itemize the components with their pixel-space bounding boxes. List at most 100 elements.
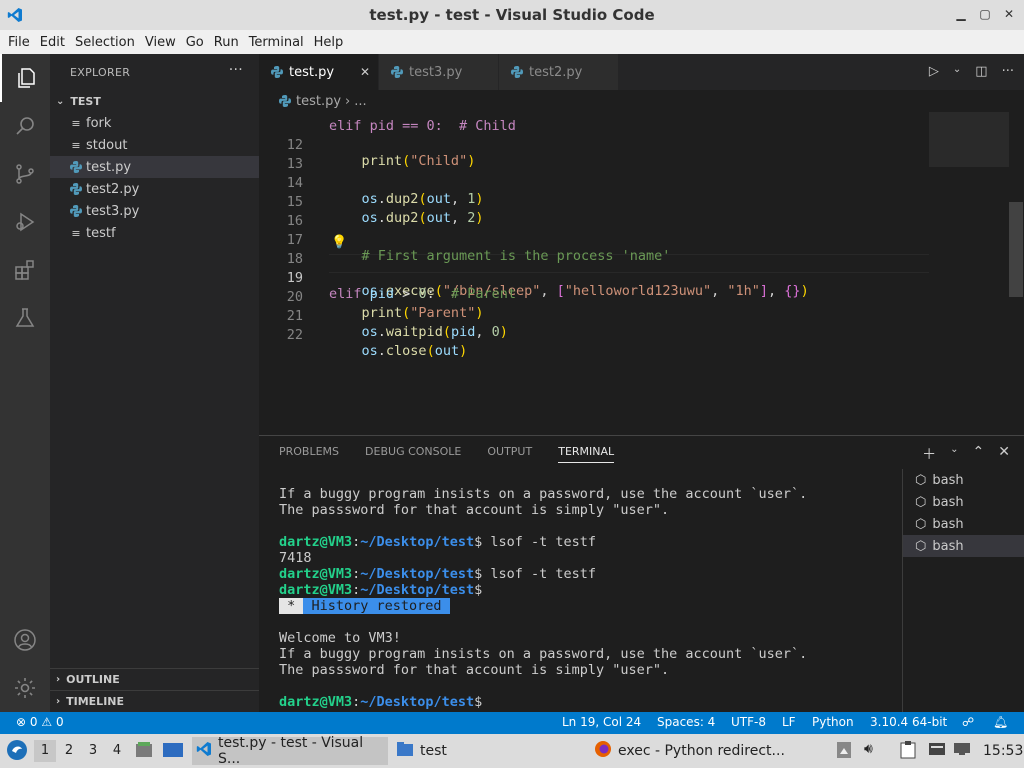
code-editor[interactable]: elif pid == 0: # Child 12 print("Child")… — [259, 112, 1024, 435]
chevron-down-icon[interactable]: ⌄ — [953, 64, 961, 79]
breadcrumb-symbol[interactable]: ... — [354, 94, 366, 109]
tab-test-py[interactable]: test.py ✕ — [259, 54, 379, 90]
menu-selection[interactable]: Selection — [71, 35, 139, 50]
menu-edit[interactable]: Edit — [36, 35, 69, 50]
file-stdout[interactable]: ≡ stdout — [50, 134, 259, 156]
terminal-instance[interactable]: ⬡ bash — [903, 535, 1024, 557]
menu-help[interactable]: Help — [310, 35, 348, 50]
history-star: * — [279, 598, 304, 614]
tab-test3-py[interactable]: test3.py — [379, 54, 499, 90]
chevron-down-icon[interactable]: ⌄ — [950, 444, 958, 464]
chevron-right-icon: › — [56, 674, 61, 685]
file-test-py[interactable]: test.py — [50, 156, 259, 178]
prompt-path: ~/Desktop/test — [360, 566, 475, 582]
notifications-bell-icon[interactable]: 🔔︎ — [993, 715, 1008, 729]
tab-problems[interactable]: PROBLEMS — [279, 445, 339, 463]
minimize-icon[interactable]: ▁ — [954, 5, 968, 23]
maximize-icon[interactable]: ▢ — [978, 5, 992, 23]
keyboard-icon[interactable] — [928, 742, 946, 760]
terminal-instance[interactable]: ⬡ bash — [903, 491, 1024, 513]
folder-test[interactable]: ⌄ TEST — [50, 90, 259, 112]
start-menu-icon[interactable] — [6, 739, 28, 765]
extensions-icon[interactable] — [0, 246, 50, 294]
volume-icon[interactable]: 🔊︎ — [864, 741, 873, 757]
desktop-2[interactable]: 2 — [58, 740, 80, 762]
language-mode[interactable]: Python — [812, 715, 854, 729]
taskbar-firefox[interactable]: exec - Python redirect... — [590, 737, 789, 765]
file-label: testf — [86, 225, 116, 241]
clock[interactable]: 15:53 — [983, 743, 1023, 759]
desktop-3[interactable]: 3 — [82, 740, 104, 762]
menu-run[interactable]: Run — [210, 35, 243, 50]
menu-file[interactable]: File — [4, 35, 34, 50]
close-icon[interactable]: ✕ — [1002, 5, 1016, 23]
terminal-instance[interactable]: ⬡ bash — [903, 513, 1024, 535]
search-icon[interactable] — [0, 102, 50, 150]
terminal-output[interactable]: If a buggy program insists on a password… — [279, 486, 899, 710]
window-title: test.py - test - Visual Studio Code — [369, 6, 655, 24]
python-file-icon — [68, 205, 84, 217]
tray-app-icon[interactable] — [836, 741, 852, 763]
problems-status[interactable]: ⊗ 0 ⚠ 0 — [16, 715, 64, 729]
indentation[interactable]: Spaces: 4 — [657, 715, 715, 729]
prompt-path: ~/Desktop/test — [360, 582, 475, 598]
menu-go[interactable]: Go — [182, 35, 208, 50]
tab-label: test.py — [289, 64, 335, 80]
explorer-icon[interactable] — [0, 54, 50, 102]
file-label: stdout — [86, 137, 128, 153]
python-interpreter[interactable]: 3.10.4 64-bit — [870, 715, 947, 729]
file-manager-icon[interactable] — [134, 740, 154, 764]
tab-test2-py[interactable]: test2.py — [499, 54, 619, 90]
tab-debug-console[interactable]: DEBUG CONSOLE — [365, 445, 461, 463]
show-desktop-icon[interactable] — [162, 740, 184, 764]
taskbar-label: exec - Python redirect... — [618, 743, 785, 759]
firefox-icon — [594, 740, 612, 762]
more-actions-icon[interactable]: ··· — [1002, 64, 1014, 79]
desktop-4[interactable]: 4 — [106, 740, 128, 762]
editor-scrollbar[interactable] — [1009, 202, 1023, 297]
terminal-line: dartz@VM3:~/Desktop/test$ — [279, 694, 483, 710]
python-file-icon — [391, 66, 403, 78]
split-editor-icon[interactable]: ◫ — [975, 64, 987, 79]
source-control-icon[interactable] — [0, 150, 50, 198]
file-testf[interactable]: ≡ testf — [50, 222, 259, 244]
tab-terminal[interactable]: TERMINAL — [558, 445, 615, 463]
run-debug-icon[interactable] — [0, 198, 50, 246]
cursor-position[interactable]: Ln 19, Col 24 — [562, 715, 641, 729]
file-label: test.py — [86, 159, 132, 175]
end-of-line[interactable]: LF — [782, 715, 796, 729]
new-terminal-icon[interactable]: ＋ — [922, 444, 936, 464]
tab-output[interactable]: OUTPUT — [487, 445, 532, 463]
menu-view[interactable]: View — [141, 35, 180, 50]
desktop-1[interactable]: 1 — [34, 740, 56, 762]
testing-icon[interactable] — [0, 294, 50, 342]
close-tab-icon[interactable]: ✕ — [360, 65, 370, 79]
encoding[interactable]: UTF-8 — [731, 715, 766, 729]
file-test3-py[interactable]: test3.py — [50, 200, 259, 222]
python-file-icon — [271, 66, 283, 78]
settings-gear-icon[interactable] — [0, 664, 50, 712]
lightbulb-icon[interactable]: 💡 — [331, 235, 347, 250]
minimap[interactable] — [929, 112, 1009, 167]
code-line: 21 os.waitpid(pid, 0) — [259, 292, 929, 340]
taskbar-folder[interactable]: test — [392, 737, 451, 765]
code-line: 14 os.dup2(out, 1) — [259, 159, 929, 207]
network-icon[interactable] — [953, 742, 971, 760]
close-panel-icon[interactable]: ✕ — [998, 444, 1010, 464]
file-fork[interactable]: ≡ fork — [50, 112, 259, 134]
outline-section[interactable]: › OUTLINE — [50, 668, 259, 690]
clipboard-icon[interactable] — [900, 741, 916, 763]
terminal-instance[interactable]: ⬡ bash — [903, 469, 1024, 491]
prompt-path: ~/Desktop/test — [360, 534, 475, 550]
maximize-panel-icon[interactable]: ⌃ — [973, 444, 985, 464]
feedback-icon[interactable]: ☍ — [962, 715, 974, 729]
run-icon[interactable]: ▷ — [929, 64, 939, 79]
breadcrumb-file[interactable]: test.py — [296, 94, 341, 109]
more-actions-icon[interactable]: ··· — [229, 62, 243, 78]
code-line: 16 — [259, 197, 929, 229]
account-icon[interactable] — [0, 616, 50, 664]
menu-terminal[interactable]: Terminal — [245, 35, 308, 50]
timeline-section[interactable]: › TIMELINE — [50, 690, 259, 712]
taskbar-vscode[interactable]: test.py - test - Visual S... — [192, 735, 388, 767]
file-test2-py[interactable]: test2.py — [50, 178, 259, 200]
